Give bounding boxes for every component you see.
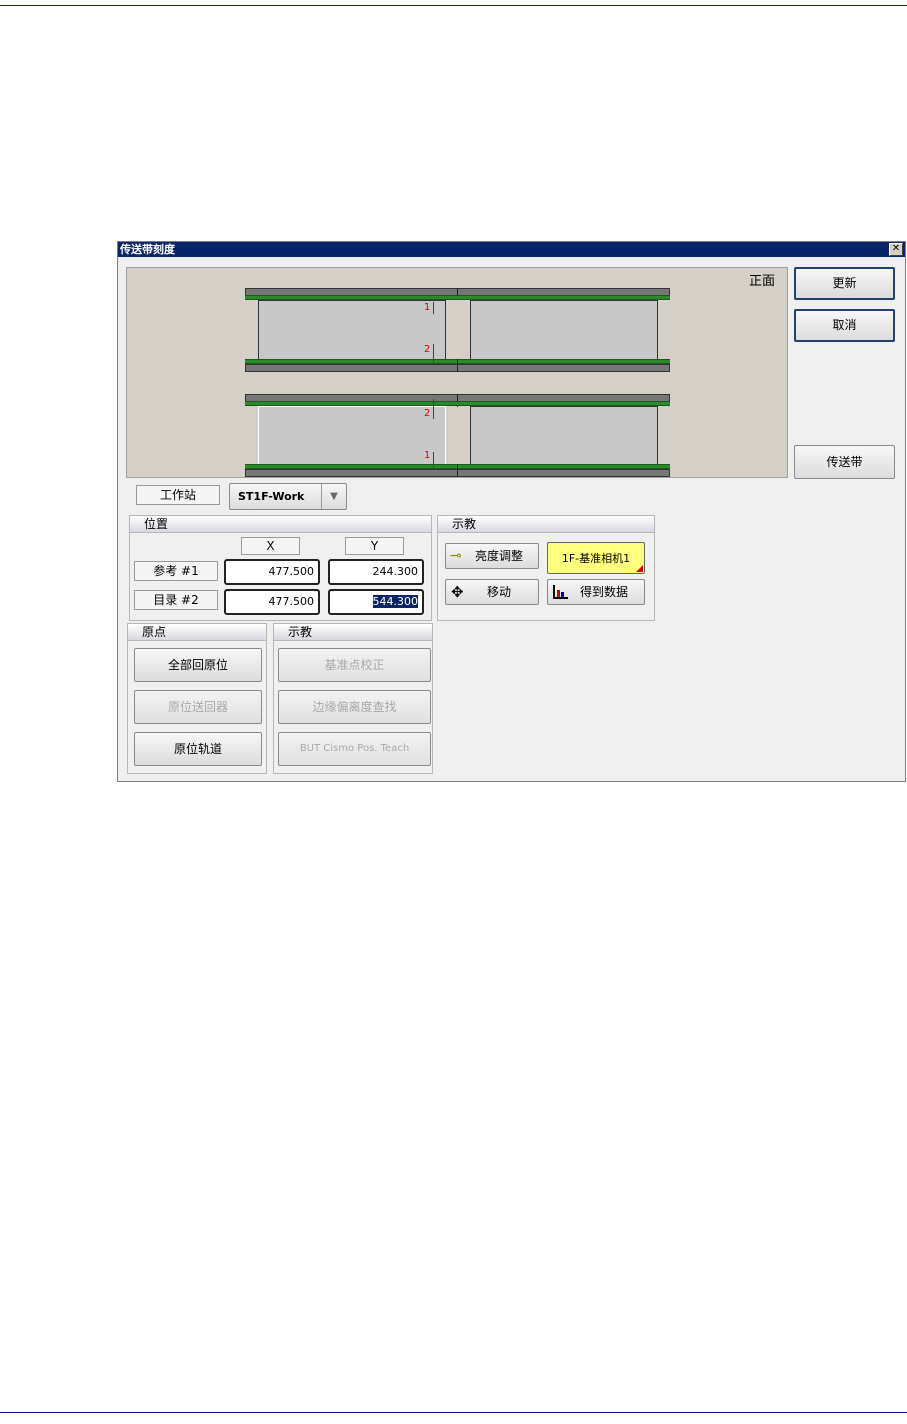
marker-line xyxy=(433,302,434,314)
position-group: 位置 X Y 参考 #1 477.500 244.300 目录 #2 477.5… xyxy=(129,515,432,621)
get-data-button[interactable]: 得到数据 xyxy=(547,579,645,605)
conveyor-scale-dialog: 传送带刻度 ✕ 正面 1 2 2 1 更新 取消 传送带 工作站 ST1F-Wo… xyxy=(117,241,906,782)
target-2-label: 目录 #2 xyxy=(134,590,218,610)
conveyor-button[interactable]: 传送带 xyxy=(794,445,895,479)
chart-axes-icon xyxy=(552,584,570,603)
divider-line xyxy=(457,464,458,477)
dropdown-arrow-icon: ▼ xyxy=(321,484,346,509)
edge-offset-button[interactable]: 边缘偏离度查找 xyxy=(278,690,431,724)
reference-1-x-field[interactable]: 477.500 xyxy=(224,559,320,585)
cancel-button[interactable]: 取消 xyxy=(794,309,895,342)
all-home-button[interactable]: 全部回原位 xyxy=(134,648,262,682)
position-group-title: 位置 xyxy=(130,516,431,533)
home-track-button[interactable]: 原位轨道 xyxy=(134,732,262,766)
board-bottom-right xyxy=(470,406,658,466)
brightness-button[interactable]: ⊸ 亮度调整 xyxy=(445,543,539,569)
marker-label: 2 xyxy=(424,408,431,419)
camera-button-label: 1F-基准相机1 xyxy=(561,552,631,565)
origin-group: 原点 全部回原位 原位送回器 原位轨道 xyxy=(127,623,267,774)
teach-group-bottom-title: 示教 xyxy=(274,624,432,641)
corner-indicator-icon xyxy=(636,565,643,572)
page-bottom-rule xyxy=(0,1412,907,1413)
conveyor-view-canvas: 正面 1 2 2 1 xyxy=(126,267,788,478)
target-2-y-value: 544.300 xyxy=(372,595,418,608)
marker-line xyxy=(433,344,434,364)
target-2-y-field[interactable]: 544.300 xyxy=(328,589,424,615)
marker-line xyxy=(433,452,434,469)
origin-group-title: 原点 xyxy=(128,624,266,641)
camera-button[interactable]: 1F-基准相机1 xyxy=(547,542,645,574)
reference-1-label: 参考 #1 xyxy=(134,561,218,581)
view-label: 正面 xyxy=(748,274,775,289)
teach-group-top-title: 示教 xyxy=(438,516,654,533)
close-button[interactable]: ✕ xyxy=(889,243,903,256)
window-title: 传送带刻度 xyxy=(120,243,175,256)
fiducial-correction-button[interactable]: 基准点校正 xyxy=(278,648,431,682)
board-bottom-left xyxy=(258,406,446,466)
home-return-button[interactable]: 原位送回器 xyxy=(134,690,262,724)
board-top-right xyxy=(470,300,658,360)
title-bar: 传送带刻度 ✕ xyxy=(118,242,905,257)
station-select[interactable]: ST1F-Work ▼ xyxy=(229,483,347,510)
marker-label: 1 xyxy=(424,450,431,461)
marker-label: 1 xyxy=(424,302,431,313)
teach-group-top: 示教 ⊸ 亮度调整 1F-基准相机1 ✥ 移动 得到数据 xyxy=(437,515,655,621)
move-arrows-icon: ✥ xyxy=(451,583,464,601)
but-pos-teach-button[interactable]: BUT Cismo Pos. Teach xyxy=(278,732,431,766)
teach-group-bottom: 示教 基准点校正 边缘偏离度查找 BUT Cismo Pos. Teach xyxy=(273,623,433,774)
update-button[interactable]: 更新 xyxy=(794,267,895,300)
col-y-header: Y xyxy=(345,537,404,555)
target-2-x-field[interactable]: 477.500 xyxy=(224,589,320,615)
move-button-label: 移动 xyxy=(486,585,511,599)
plug-icon: ⊸ xyxy=(450,548,462,564)
brightness-button-label: 亮度调整 xyxy=(474,549,523,563)
move-button[interactable]: ✥ 移动 xyxy=(445,579,539,605)
station-select-value: ST1F-Work xyxy=(238,490,305,503)
col-x-header: X xyxy=(241,537,300,555)
marker-label: 2 xyxy=(424,344,431,355)
page-top-rule xyxy=(0,5,907,6)
get-data-button-label: 得到数据 xyxy=(579,585,628,599)
reference-1-y-field[interactable]: 244.300 xyxy=(328,559,424,585)
station-label: 工作站 xyxy=(136,485,220,505)
divider-line xyxy=(457,359,458,372)
board-top-left xyxy=(258,300,446,360)
marker-line xyxy=(433,399,434,419)
